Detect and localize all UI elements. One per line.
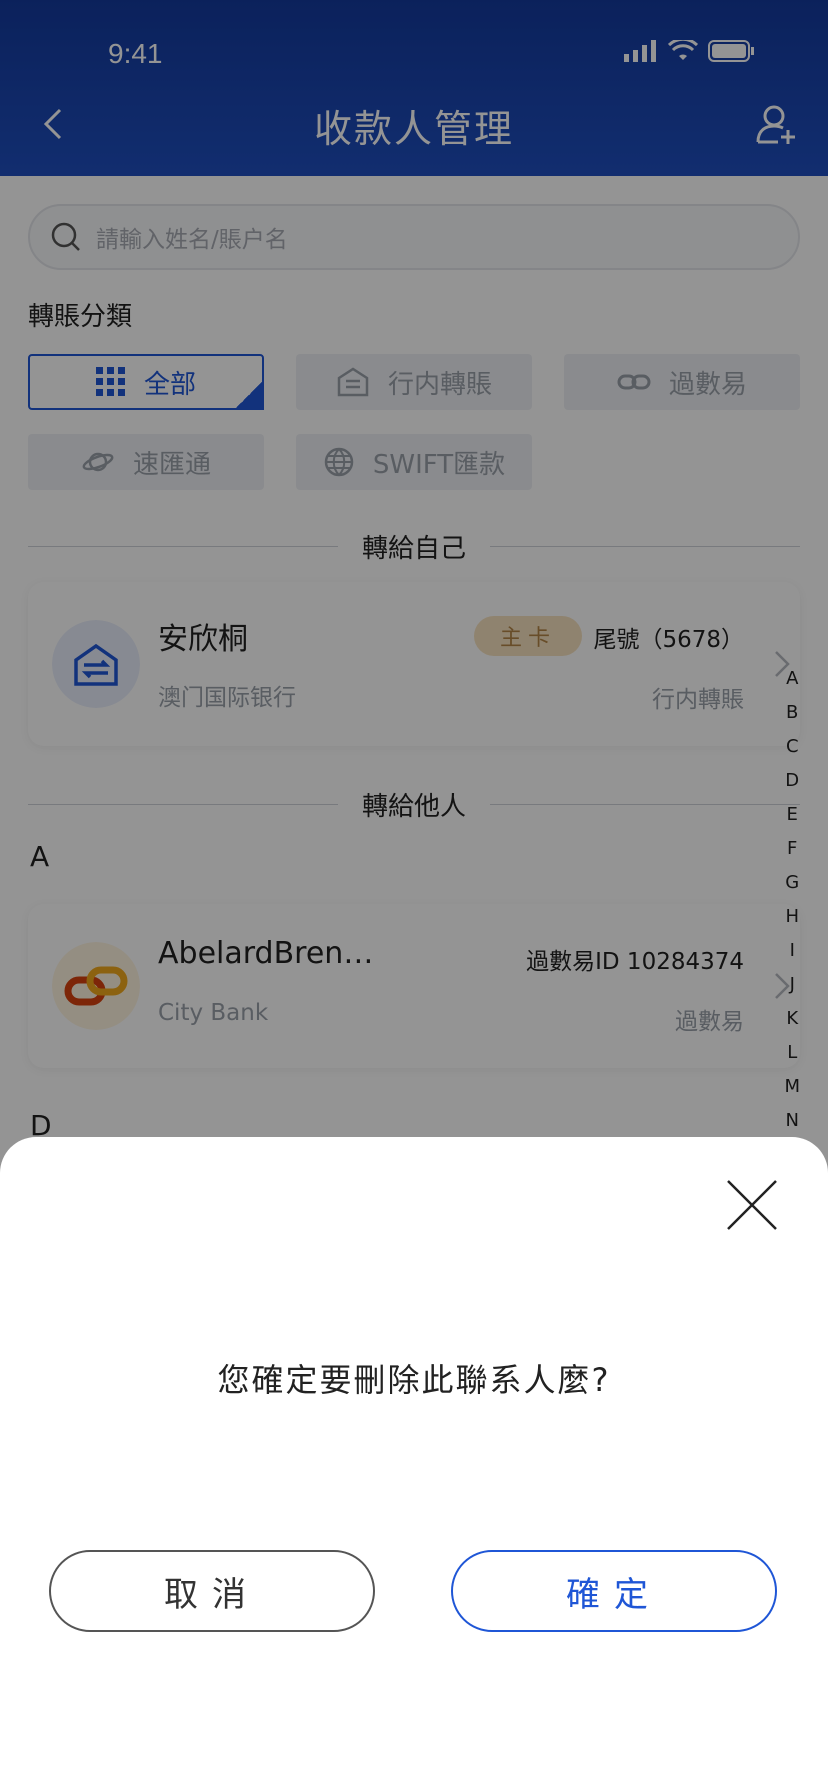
cancel-button[interactable]: 取消 xyxy=(49,1550,375,1632)
delete-question: 您確定要刪除此聯系人麼? xyxy=(217,1361,611,1399)
delete-confirm-sheet: 您確定要刪除此聯系人麼? 取消 確定 xyxy=(0,1137,828,1792)
confirm-button[interactable]: 確定 xyxy=(451,1550,777,1632)
close-icon[interactable] xyxy=(724,1177,780,1233)
